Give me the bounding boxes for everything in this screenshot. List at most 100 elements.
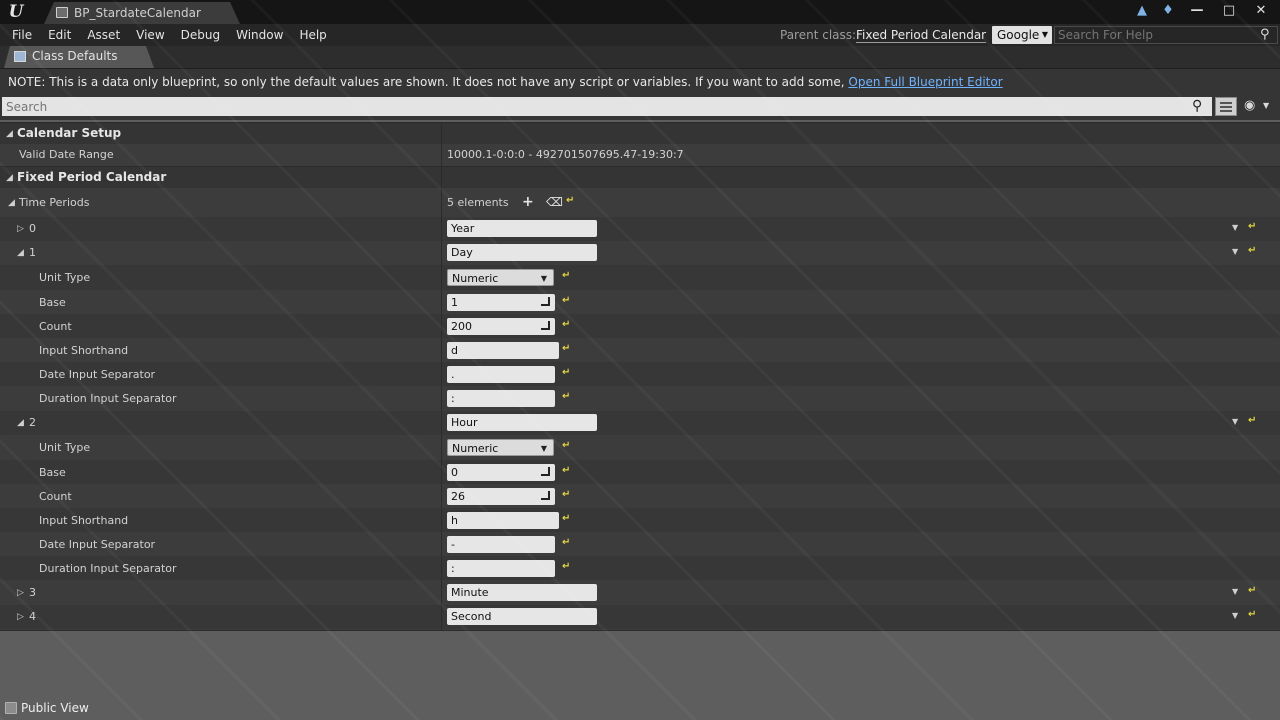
search-icon[interactable]: ⚲ (1260, 27, 1270, 42)
reset-to-default-icon[interactable]: ↵ (562, 368, 571, 378)
collapse-triangle-icon[interactable]: ◢ (8, 198, 15, 208)
property-row-duration-input-separator: Duration Input Separator : ↵ (0, 556, 1280, 580)
help-search-input[interactable] (1054, 26, 1278, 44)
reset-to-default-icon[interactable]: ↵ (562, 466, 571, 476)
chevron-down-icon[interactable]: ▼ (1232, 417, 1238, 426)
reset-to-default-icon[interactable]: ↵ (562, 441, 571, 451)
property-matrix-button[interactable] (1215, 97, 1237, 116)
property-label: Valid Date Range (19, 148, 114, 161)
property-label: Count (39, 490, 72, 503)
reset-to-default-icon[interactable]: ↵ (562, 271, 571, 281)
reset-to-default-icon[interactable]: ↵ (562, 320, 571, 330)
minimize-button[interactable]: — (1186, 3, 1208, 19)
graduation-cap-icon[interactable]: ♦ (1160, 3, 1176, 19)
reset-to-default-icon[interactable]: ↵ (1248, 246, 1257, 256)
expand-triangle-icon[interactable]: ▷ (17, 612, 24, 622)
column-divider[interactable] (441, 122, 442, 630)
base-value: 1 (451, 296, 458, 309)
menu-asset[interactable]: Asset (79, 26, 128, 44)
document-tab-label: BP_StardateCalendar (74, 6, 201, 20)
chevron-down-icon[interactable]: ▼ (1232, 587, 1238, 596)
count-numeric-field[interactable]: 26 (447, 488, 555, 505)
expand-triangle-icon[interactable]: ▷ (17, 588, 24, 598)
public-view-toggle[interactable]: Public View (5, 701, 89, 715)
base-numeric-field[interactable]: 1 (447, 294, 555, 311)
reset-to-default-icon[interactable]: ↵ (562, 296, 571, 306)
reset-to-default-icon[interactable]: ↵ (562, 562, 571, 572)
property-label: Date Input Separator (39, 368, 156, 381)
list-icon (1220, 106, 1232, 108)
reset-to-default-icon[interactable]: ↵ (562, 538, 571, 548)
reset-to-default-icon[interactable]: ↵ (562, 392, 571, 402)
tab-class-defaults[interactable]: Class Defaults (4, 46, 154, 68)
date-input-separator-field[interactable]: - (447, 536, 555, 553)
property-row-duration-input-separator: Duration Input Separator : ↵ (0, 386, 1280, 410)
menu-view[interactable]: View (128, 26, 172, 44)
count-numeric-field[interactable]: 200 (447, 318, 555, 335)
parent-class-link[interactable]: Fixed Period Calendar (856, 28, 987, 43)
reset-to-default-icon[interactable]: ↵ (1248, 610, 1257, 620)
tab-class-defaults-label: Class Defaults (32, 49, 118, 63)
unreal-logo-icon[interactable]: U (6, 2, 26, 22)
period-name-field[interactable]: Second (447, 608, 597, 625)
period-name-field[interactable]: Day (447, 244, 597, 261)
menu-edit[interactable]: Edit (40, 26, 79, 44)
trash-icon[interactable]: ⌫ (546, 194, 563, 210)
collapse-triangle-icon[interactable]: ◢ (6, 173, 13, 183)
unit-type-dropdown[interactable]: Numeric ▼ (447, 269, 554, 286)
collapse-triangle-icon[interactable]: ◢ (17, 418, 24, 428)
eye-icon[interactable]: ◉ (1244, 98, 1255, 113)
duration-input-separator-field[interactable]: : (447, 560, 555, 577)
date-input-separator-field[interactable]: . (447, 366, 555, 383)
reset-to-default-icon[interactable]: ↵ (562, 490, 571, 500)
reset-to-default-icon[interactable]: ↵ (1248, 586, 1257, 596)
chevron-down-icon[interactable]: ▼ (1232, 611, 1238, 620)
collapse-triangle-icon[interactable]: ◢ (6, 129, 13, 139)
chat-bubble-icon[interactable]: ▲ (1134, 3, 1150, 19)
reset-to-default-icon[interactable]: ↵ (562, 514, 571, 524)
period-name-field[interactable]: Year (447, 220, 597, 237)
input-shorthand-field[interactable]: h (447, 512, 559, 529)
reset-to-default-icon[interactable]: ↵ (566, 196, 575, 206)
reset-to-default-icon[interactable]: ↵ (562, 344, 571, 354)
chevron-down-icon[interactable]: ▼ (1263, 101, 1269, 110)
reset-to-default-icon[interactable]: ↵ (1248, 222, 1257, 232)
expand-triangle-icon[interactable]: ▷ (17, 224, 24, 234)
spinner-icon[interactable] (541, 321, 550, 330)
chevron-down-icon[interactable]: ▼ (1232, 247, 1238, 256)
property-row-input-shorthand: Input Shorthand h ↵ (0, 508, 1280, 532)
unit-type-value: Numeric (452, 272, 499, 285)
period-name-field[interactable]: Minute (447, 584, 597, 601)
maximize-button[interactable]: □ (1218, 3, 1240, 19)
search-provider-dropdown[interactable]: Google ▼ (992, 26, 1052, 44)
open-full-blueprint-editor-link[interactable]: Open Full Blueprint Editor (848, 75, 1002, 89)
menu-help[interactable]: Help (291, 26, 334, 44)
close-button[interactable]: ✕ (1250, 3, 1272, 19)
collapse-triangle-icon[interactable]: ◢ (17, 248, 24, 258)
chevron-down-icon[interactable]: ▼ (1232, 223, 1238, 232)
panel-tab-strip: Class Defaults (0, 46, 1280, 68)
unit-type-dropdown[interactable]: Numeric ▼ (447, 439, 554, 456)
array-element-3: ▷ 3 Minute ▼ ↵ (0, 581, 1280, 605)
category-calendar-setup[interactable]: ◢ Calendar Setup (0, 122, 1280, 144)
spinner-icon[interactable] (541, 297, 550, 306)
document-tab[interactable]: BP_StardateCalendar (44, 2, 240, 24)
property-label: Unit Type (39, 441, 91, 454)
search-icon[interactable]: ⚲ (1192, 98, 1202, 114)
menu-file[interactable]: File (4, 26, 40, 44)
details-search-input[interactable] (2, 97, 1212, 116)
period-name-field[interactable]: Hour (447, 414, 597, 431)
input-shorthand-field[interactable]: d (447, 342, 559, 359)
reset-to-default-icon[interactable]: ↵ (1248, 416, 1257, 426)
menu-debug[interactable]: Debug (173, 26, 228, 44)
spinner-icon[interactable] (541, 491, 550, 500)
duration-input-separator-field[interactable]: : (447, 390, 555, 407)
main-menu: File Edit Asset View Debug Window Help (4, 26, 335, 44)
category-fixed-period-calendar[interactable]: ◢ Fixed Period Calendar (0, 166, 1280, 188)
public-view-checkbox[interactable] (5, 702, 17, 714)
public-view-label: Public View (21, 701, 89, 715)
spinner-icon[interactable] (541, 467, 550, 476)
base-numeric-field[interactable]: 0 (447, 464, 555, 481)
menu-window[interactable]: Window (228, 26, 291, 44)
add-element-icon[interactable]: + (522, 194, 534, 210)
